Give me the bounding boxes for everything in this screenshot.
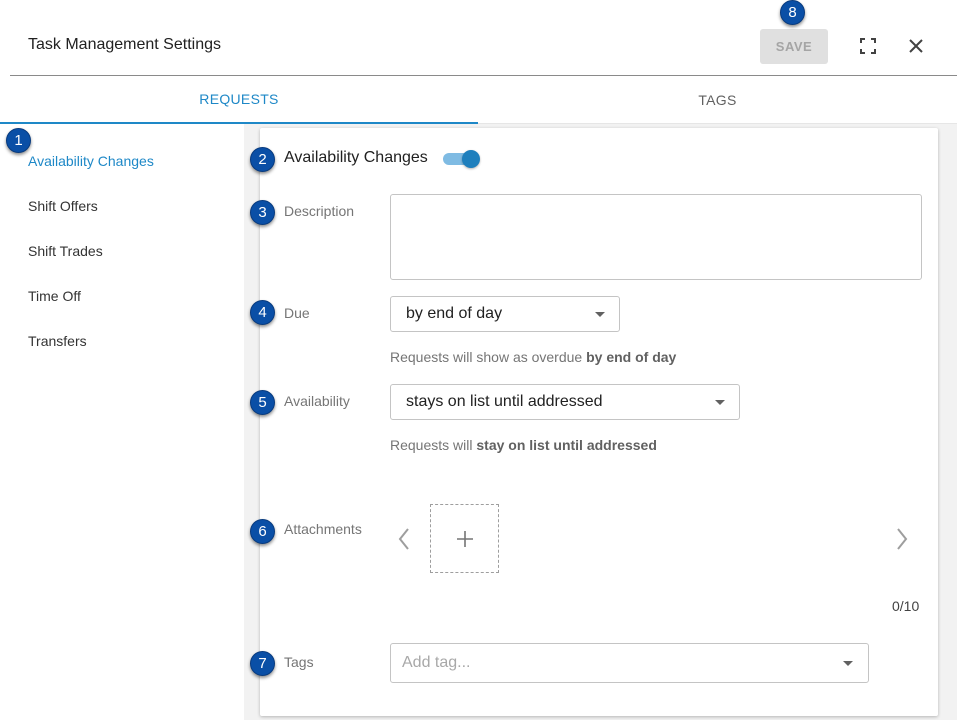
- page-title: Task Management Settings: [28, 36, 221, 53]
- due-select[interactable]: by end of day: [390, 296, 620, 332]
- callout-badge-7: 7: [250, 651, 275, 676]
- sidebar-item-transfers[interactable]: Transfers: [28, 333, 87, 349]
- due-select-value: by end of day: [406, 305, 503, 322]
- toggle-thumb: [462, 150, 480, 168]
- enabled-toggle[interactable]: [443, 150, 481, 168]
- tab-bar: REQUESTS TAGS: [0, 76, 957, 124]
- callout-badge-5: 5: [250, 390, 275, 415]
- sidebar-item-availability-changes[interactable]: Availability Changes: [28, 153, 154, 169]
- fullscreen-icon[interactable]: [858, 36, 878, 56]
- dialog-header: Task Management Settings SAVE: [0, 0, 957, 76]
- callout-badge-4: 4: [250, 300, 275, 325]
- tags-label: Tags: [284, 654, 314, 670]
- chevron-right-icon[interactable]: [894, 526, 910, 552]
- availability-select[interactable]: stays on list until addressed: [390, 384, 740, 420]
- tab-requests[interactable]: REQUESTS: [0, 76, 478, 124]
- due-label: Due: [284, 305, 310, 321]
- attachments-label: Attachments: [284, 521, 362, 537]
- dropdown-arrow-icon: [843, 661, 853, 666]
- chevron-left-icon[interactable]: [396, 526, 412, 552]
- section-title: Availability Changes: [284, 149, 428, 166]
- availability-hint: Requests will stay on list until address…: [390, 437, 657, 453]
- availability-select-value: stays on list until addressed: [406, 393, 603, 410]
- callout-badge-3: 3: [250, 200, 275, 225]
- description-field[interactable]: [390, 194, 922, 280]
- availability-label: Availability: [284, 393, 350, 409]
- tags-placeholder: Add tag...: [402, 654, 471, 671]
- callout-badge-1: 1: [6, 128, 31, 153]
- save-button[interactable]: SAVE: [760, 29, 828, 64]
- sidebar-item-shift-trades[interactable]: Shift Trades: [28, 243, 103, 259]
- plus-icon: [456, 530, 473, 547]
- tags-input[interactable]: Add tag...: [390, 643, 869, 683]
- close-icon[interactable]: [906, 36, 926, 56]
- dropdown-arrow-icon: [595, 312, 605, 317]
- add-attachment-button[interactable]: [430, 504, 499, 573]
- sidebar-item-time-off[interactable]: Time Off: [28, 288, 81, 304]
- description-label: Description: [284, 203, 355, 219]
- callout-badge-8: 8: [780, 0, 805, 25]
- sidebar-item-shift-offers[interactable]: Shift Offers: [28, 198, 98, 214]
- callout-badge-6: 6: [250, 519, 275, 544]
- attachments-counter: 0/10: [892, 598, 920, 614]
- dropdown-arrow-icon: [715, 400, 725, 405]
- callout-badge-2: 2: [250, 147, 275, 172]
- due-hint: Requests will show as overdue by end of …: [390, 349, 677, 365]
- tab-tags[interactable]: TAGS: [478, 76, 957, 124]
